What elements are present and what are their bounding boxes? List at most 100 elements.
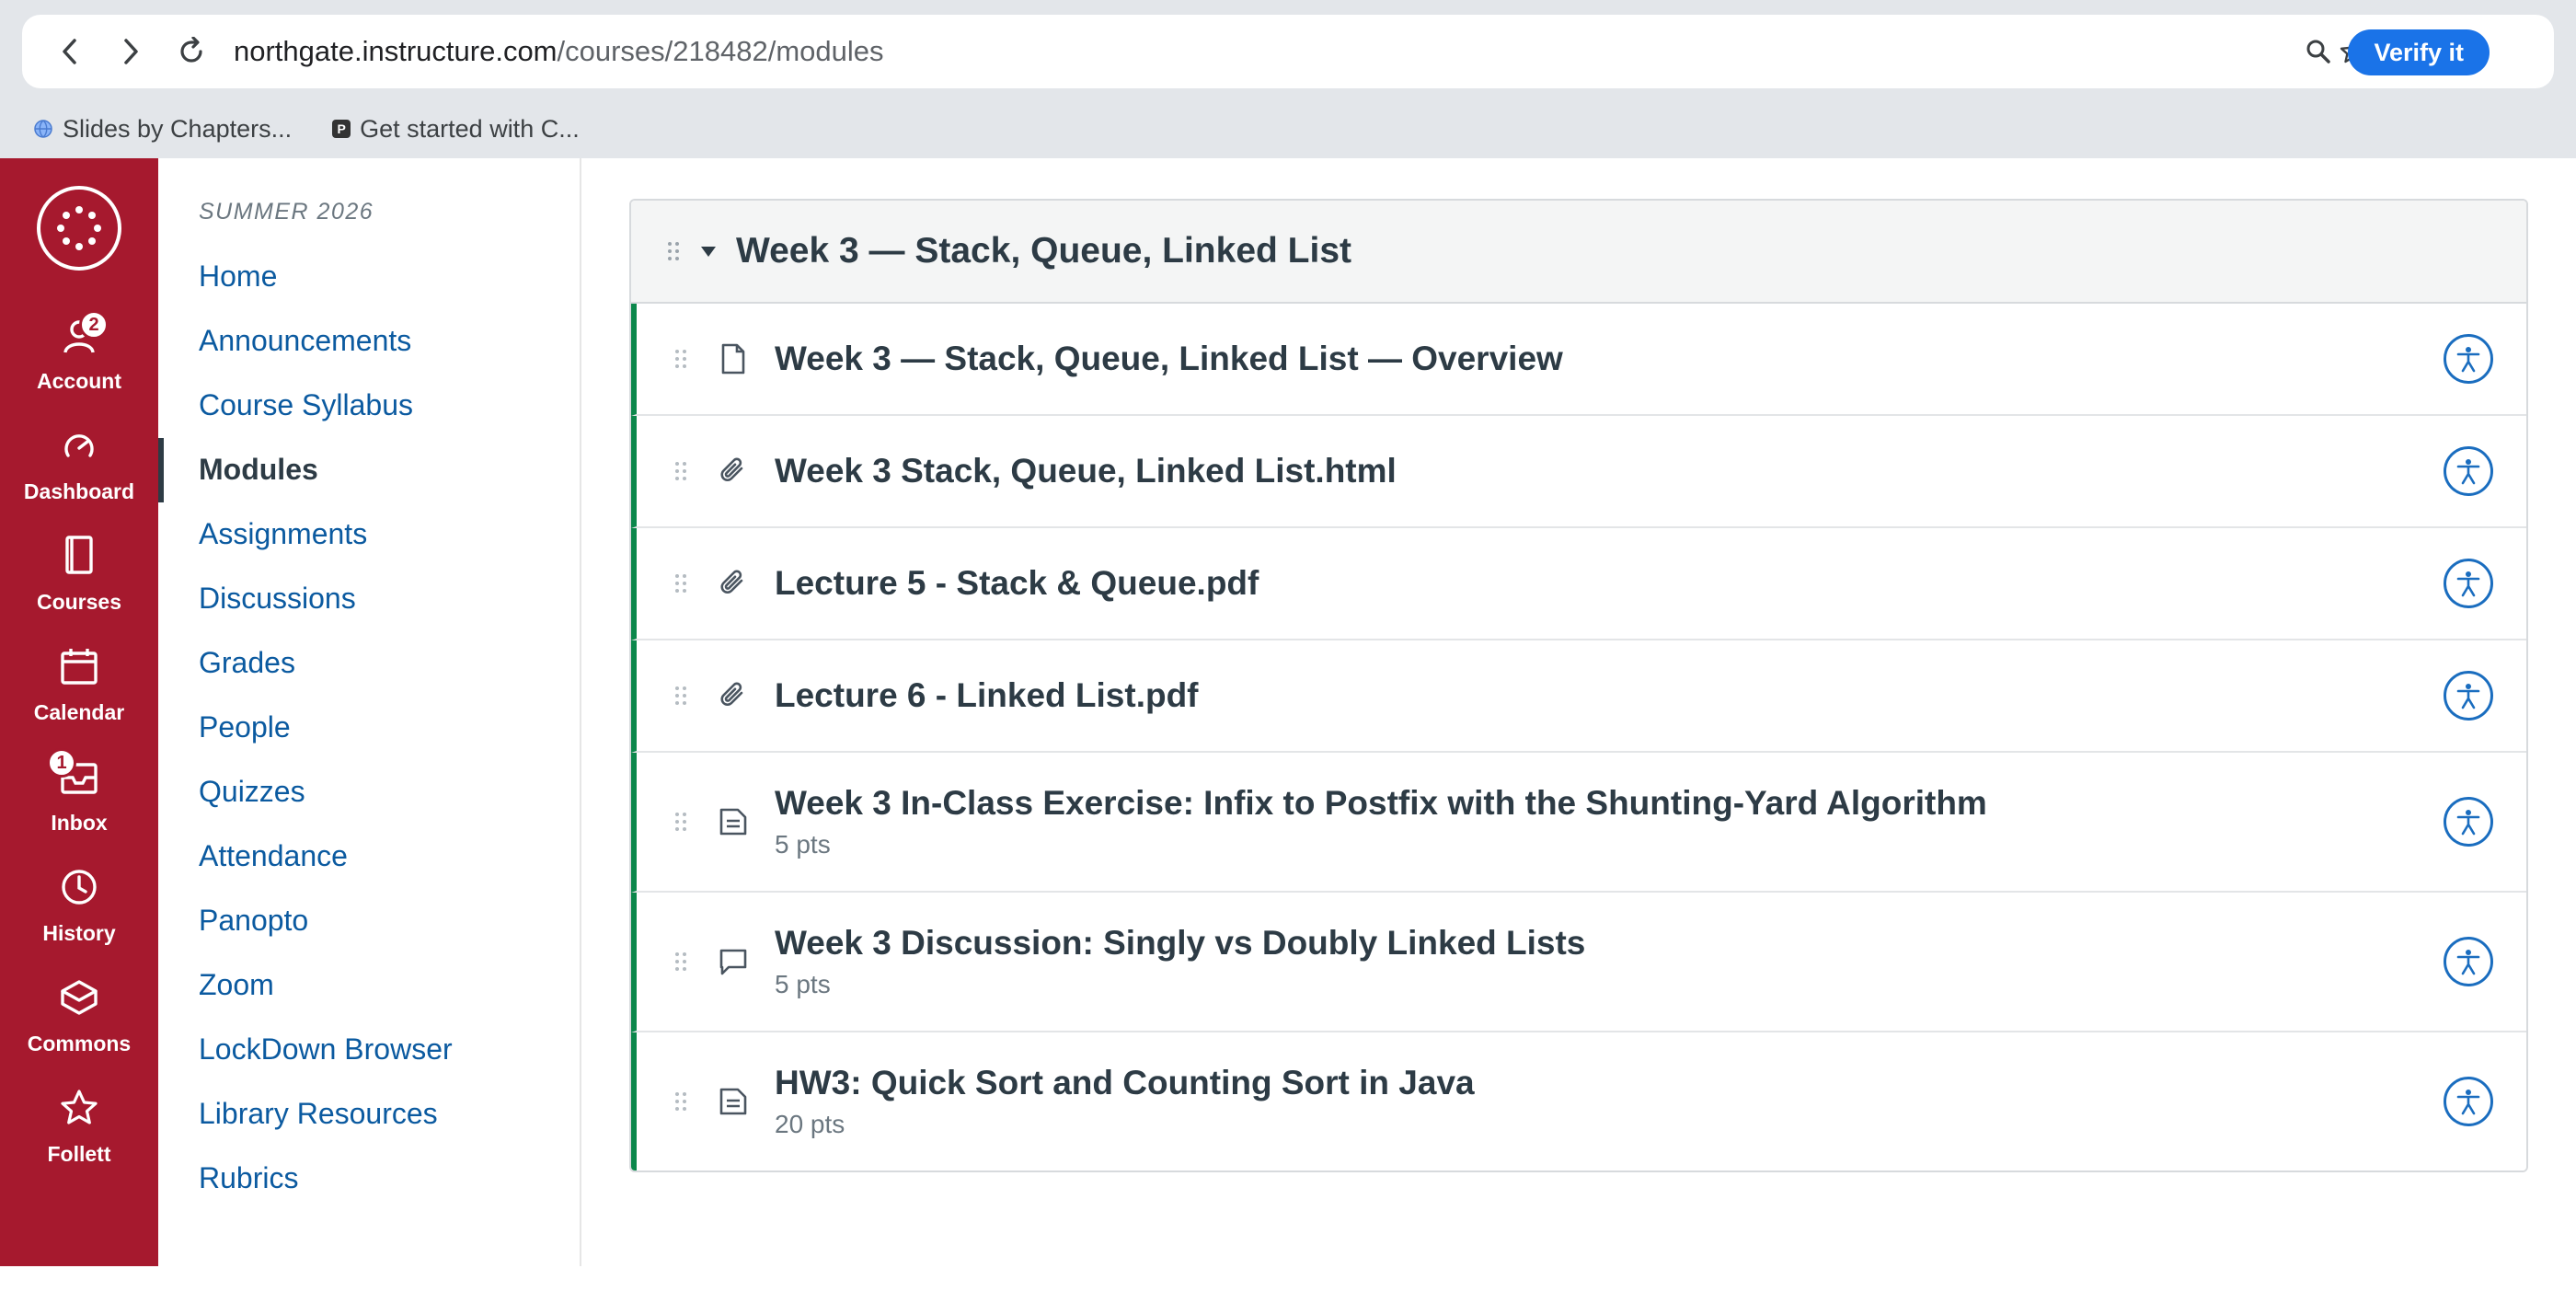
gnav-follett[interactable]: Follett xyxy=(0,1066,158,1167)
course-nav-home[interactable]: Home xyxy=(199,259,277,294)
collapse-caret-icon[interactable] xyxy=(701,246,716,257)
globe-icon xyxy=(34,120,52,138)
address-bar[interactable]: northgate.instructure.com/courses/218482… xyxy=(22,15,2554,88)
courses-icon xyxy=(65,536,93,574)
accessibility-button[interactable] xyxy=(2444,559,2493,608)
gnav-dashboard[interactable]: Dashboard xyxy=(0,403,158,504)
course-nav-lockdown-browser[interactable]: LockDown Browser xyxy=(199,1032,453,1067)
discussion-icon xyxy=(718,946,749,977)
drag-handle-icon[interactable] xyxy=(673,951,688,973)
url-text[interactable]: northgate.instructure.com/courses/218482… xyxy=(234,15,884,88)
bookmarks-bar: Slides by Chapters... P Get started with… xyxy=(33,109,580,149)
module-item-title[interactable]: Week 3 Stack, Queue, Linked List.html xyxy=(775,452,1397,490)
magnifier-icon xyxy=(2306,40,2330,63)
verify-it-button[interactable]: Verify it xyxy=(2348,29,2490,75)
drag-handle-icon[interactable] xyxy=(666,240,681,262)
course-nav-library-resources[interactable]: Library Resources xyxy=(199,1097,438,1131)
module-item[interactable]: Week 3 Stack, Queue, Linked List.html xyxy=(631,416,2526,528)
course-nav-discussions[interactable]: Discussions xyxy=(199,582,356,616)
course-nav-assignments[interactable]: Assignments xyxy=(199,517,367,551)
gnav-label: Dashboard xyxy=(23,479,135,503)
bookmark-item[interactable]: Slides by Chapters... xyxy=(33,115,292,144)
global-nav: 2 Account Dashboard Courses Calendar 1 I… xyxy=(0,158,158,1266)
module-item[interactable]: Week 3 — Stack, Queue, Linked List — Ove… xyxy=(631,304,2526,416)
module-item-title[interactable]: Week 3 Discussion: Singly vs Doubly Link… xyxy=(775,924,1585,963)
module-item-title[interactable]: Week 3 In-Class Exercise: Infix to Postf… xyxy=(775,784,1987,823)
drag-handle-icon[interactable] xyxy=(673,1090,688,1113)
module-item[interactable]: HW3: Quick Sort and Counting Sort in Jav… xyxy=(631,1032,2526,1170)
forward-button[interactable] xyxy=(112,33,149,70)
accessibility-icon xyxy=(2456,810,2480,836)
module-item[interactable]: Week 3 Discussion: Singly vs Doubly Link… xyxy=(631,893,2526,1032)
logo-dots-icon xyxy=(57,206,101,250)
zoom-indicator[interactable] xyxy=(2304,33,2333,70)
course-nav-quizzes[interactable]: Quizzes xyxy=(199,775,305,809)
drag-handle-icon[interactable] xyxy=(673,811,688,833)
history-icon xyxy=(62,870,97,905)
account-badge: 2 xyxy=(79,310,109,340)
commons-icon xyxy=(61,980,98,1015)
star-icon xyxy=(61,1090,98,1124)
accessibility-button[interactable] xyxy=(2444,671,2493,721)
page-icon xyxy=(718,343,749,375)
reload-icon xyxy=(180,37,202,63)
module-item-title[interactable]: Week 3 — Stack, Queue, Linked List — Ove… xyxy=(775,340,1563,378)
course-nav-grades[interactable]: Grades xyxy=(199,646,295,680)
url-host: northgate.instructure.com xyxy=(234,35,558,67)
institution-logo[interactable] xyxy=(37,186,121,271)
module-title: Week 3 — Stack, Queue, Linked List xyxy=(736,231,1351,271)
inbox-badge: 1 xyxy=(47,748,76,778)
accessibility-button[interactable] xyxy=(2444,334,2493,384)
back-button[interactable] xyxy=(52,33,88,70)
gnav-label: Account xyxy=(37,369,121,393)
accessibility-icon xyxy=(2456,347,2480,373)
attachment-icon xyxy=(718,455,749,487)
points-label: 5 pts xyxy=(775,970,831,998)
accessibility-button[interactable] xyxy=(2444,797,2493,847)
drag-handle-icon[interactable] xyxy=(673,460,688,482)
module-item[interactable]: Lecture 6 - Linked List.pdf xyxy=(631,640,2526,753)
module-header[interactable]: Week 3 — Stack, Queue, Linked List xyxy=(631,201,2526,304)
browser-chrome: northgate.instructure.com/courses/218482… xyxy=(0,0,2576,158)
course-nav-announcements[interactable]: Announcements xyxy=(199,324,411,358)
drag-handle-icon[interactable] xyxy=(673,572,688,594)
gnav-label: Follett xyxy=(47,1142,111,1166)
module-panel: Week 3 — Stack, Queue, Linked List Week … xyxy=(629,199,2528,1172)
course-nav-syllabus[interactable]: Course Syllabus xyxy=(199,388,413,422)
attachment-icon xyxy=(718,568,749,599)
module-item-title[interactable]: Lecture 5 - Stack & Queue.pdf xyxy=(775,564,1259,603)
gnav-courses[interactable]: Courses xyxy=(0,513,158,615)
accessibility-button[interactable] xyxy=(2444,446,2493,496)
module-item[interactable]: Lecture 5 - Stack & Queue.pdf xyxy=(631,528,2526,640)
drag-handle-icon[interactable] xyxy=(673,685,688,707)
course-nav-rubrics[interactable]: Rubrics xyxy=(199,1161,298,1195)
gnav-commons[interactable]: Commons xyxy=(0,955,158,1056)
gnav-label: Calendar xyxy=(33,700,125,724)
assignment-icon xyxy=(718,806,749,837)
course-nav-panopto[interactable]: Panopto xyxy=(199,904,308,938)
accessibility-button[interactable] xyxy=(2444,937,2493,986)
bookmark-item[interactable]: P Get started with C... xyxy=(332,115,580,144)
calendar-icon xyxy=(61,649,98,685)
course-nav-zoom[interactable]: Zoom xyxy=(199,968,274,1002)
gnav-label: Courses xyxy=(36,590,122,614)
term-label: SUMMER 2026 xyxy=(199,199,374,225)
attachment-icon xyxy=(718,680,749,711)
module-item-title[interactable]: HW3: Quick Sort and Counting Sort in Jav… xyxy=(775,1064,1475,1102)
bookmark-label: Get started with C... xyxy=(360,114,580,143)
course-nav-people[interactable]: People xyxy=(199,710,291,744)
course-nav-attendance[interactable]: Attendance xyxy=(199,839,348,873)
course-nav-modules[interactable]: Modules xyxy=(199,453,318,487)
module-item[interactable]: Week 3 In-Class Exercise: Infix to Postf… xyxy=(631,753,2526,893)
accessibility-icon xyxy=(2456,684,2480,709)
module-item-title[interactable]: Lecture 6 - Linked List.pdf xyxy=(775,676,1199,715)
gnav-inbox[interactable]: 1 Inbox xyxy=(0,734,158,836)
accessibility-icon xyxy=(2456,950,2480,975)
accessibility-button[interactable] xyxy=(2444,1077,2493,1126)
drag-handle-icon[interactable] xyxy=(673,348,688,370)
reload-button[interactable] xyxy=(173,33,210,70)
gnav-account[interactable]: 2 Account xyxy=(0,293,158,394)
gnav-history[interactable]: History xyxy=(0,845,158,946)
assignment-icon xyxy=(718,1086,749,1117)
gnav-calendar[interactable]: Calendar xyxy=(0,624,158,725)
